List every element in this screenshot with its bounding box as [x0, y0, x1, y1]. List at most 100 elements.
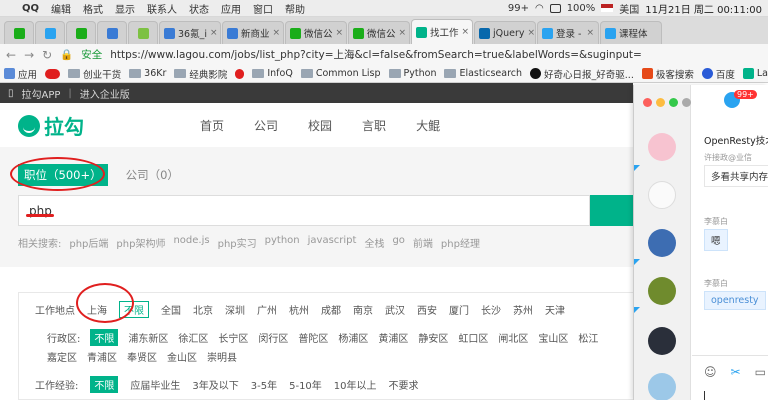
related-link[interactable]: go [392, 235, 404, 250]
bookmark-geek-search[interactable]: 极客搜索 [641, 67, 694, 81]
city-option[interactable]: 北京 [193, 302, 213, 317]
close-icon[interactable]: × [210, 28, 218, 38]
city-option[interactable]: 全国 [161, 302, 181, 317]
city-option[interactable]: 南京 [353, 302, 373, 317]
forward-icon[interactable]: → [24, 48, 34, 62]
related-link[interactable]: 全栈 [364, 235, 384, 250]
city-option[interactable]: 广州 [257, 302, 277, 317]
bookmark-baidu[interactable]: 百度 [701, 67, 735, 81]
district-option[interactable]: 松江 [578, 330, 598, 345]
tab-lagou-active[interactable]: 找工作 × [411, 19, 473, 44]
district-option[interactable]: 虹口区 [458, 330, 488, 345]
close-icon[interactable]: × [399, 28, 407, 38]
redacted-bookmark[interactable] [235, 68, 245, 79]
zoom-window-icon[interactable] [669, 98, 678, 107]
bookmark-common-lisp[interactable]: Common Lisp [300, 68, 381, 79]
tab-courses[interactable]: 课程体 [600, 21, 662, 44]
chat-input[interactable] [704, 391, 705, 400]
bookmark-apps[interactable]: 应用 [4, 67, 37, 81]
tab-wechat-1[interactable]: 微信公 × [285, 21, 347, 44]
contact-avatar[interactable] [648, 277, 676, 305]
menu-format[interactable]: 格式 [77, 1, 109, 16]
close-icon[interactable]: × [336, 28, 344, 38]
menu-edit[interactable]: 编辑 [45, 1, 77, 16]
minimize-window-icon[interactable] [656, 98, 665, 107]
qq-status-badge[interactable]: 99+ [508, 3, 529, 14]
experience-option[interactable]: 5-10年 [289, 377, 322, 392]
nav-dakun[interactable]: 大鲲 [416, 117, 440, 134]
close-icon[interactable]: × [528, 28, 535, 38]
related-link[interactable]: node.js [173, 235, 209, 250]
experience-any[interactable]: 不限 [90, 376, 119, 393]
district-option[interactable]: 金山区 [167, 349, 197, 364]
close-icon[interactable]: × [586, 28, 594, 38]
related-link[interactable]: php实习 [218, 235, 257, 250]
related-link[interactable]: php架构师 [116, 235, 165, 250]
district-option[interactable]: 闵行区 [258, 330, 288, 345]
contact-avatar[interactable] [648, 373, 676, 400]
district-option[interactable]: 青浦区 [87, 349, 117, 364]
bookmark-cinema[interactable]: 经典影院 [174, 67, 227, 81]
window-extra-icon[interactable] [682, 98, 691, 107]
clock[interactable]: 11月21日 周二 00:11:00 [645, 1, 762, 16]
district-option[interactable]: 浦东新区 [128, 330, 168, 345]
district-option[interactable]: 黄浦区 [378, 330, 408, 345]
tab-36kr[interactable]: 36氪_i × [159, 21, 221, 44]
tab-wechat-2[interactable]: 微信公 × [348, 21, 410, 44]
district-option[interactable]: 奉贤区 [127, 349, 157, 364]
screen-icon[interactable] [549, 3, 561, 13]
tab-new-business[interactable]: 新商业 × [222, 21, 284, 44]
experience-option[interactable]: 不要求 [389, 377, 419, 392]
search-button[interactable] [590, 195, 633, 226]
reload-icon[interactable]: ↻ [42, 48, 52, 62]
contact-avatar[interactable] [648, 229, 676, 257]
enterprise-link[interactable]: 进入企业版 [80, 86, 130, 101]
city-option[interactable]: 苏州 [513, 302, 533, 317]
district-option[interactable]: 普陀区 [298, 330, 328, 345]
bookmark-qdaily[interactable]: 好奇心日报_好奇驱... [530, 67, 634, 81]
back-icon[interactable]: ← [6, 48, 16, 62]
city-option[interactable]: 成都 [321, 302, 341, 317]
bookmark-infoq[interactable]: InfoQ [252, 68, 293, 79]
menu-window[interactable]: 窗口 [247, 1, 279, 16]
menu-app-name[interactable]: QQ [16, 3, 45, 14]
menu-apps[interactable]: 应用 [215, 1, 247, 16]
nav-home[interactable]: 首页 [200, 117, 224, 134]
bookmark-startup[interactable]: 创业干货 [68, 67, 121, 81]
lagou-logo[interactable]: 拉勾 [18, 111, 84, 140]
district-option[interactable]: 长宁区 [218, 330, 248, 345]
menu-status[interactable]: 状态 [183, 1, 215, 16]
district-option[interactable]: 嘉定区 [47, 349, 77, 364]
experience-option[interactable]: 应届毕业生 [130, 377, 180, 392]
district-option[interactable]: 杨浦区 [338, 330, 368, 345]
menu-help[interactable]: 帮助 [279, 1, 311, 16]
contact-avatar[interactable] [648, 181, 676, 209]
experience-option[interactable]: 3年及以下 [192, 377, 238, 392]
related-link[interactable]: php后端 [69, 235, 108, 250]
lagou-app-link[interactable]: 拉勾APP [22, 86, 61, 101]
tab-4[interactable] [97, 21, 127, 44]
city-option[interactable]: 武汉 [385, 302, 405, 317]
input-method[interactable]: 美国 [619, 1, 639, 16]
related-link[interactable]: javascript [308, 235, 357, 250]
tab-5[interactable] [128, 21, 158, 44]
district-option[interactable]: 徐汇区 [178, 330, 208, 345]
battery-percent[interactable]: 100% [567, 3, 596, 14]
folder-icon[interactable]: ▭ [755, 365, 766, 379]
menu-contacts[interactable]: 联系人 [141, 1, 183, 16]
wifi-icon[interactable]: ◠ [535, 3, 544, 14]
experience-option[interactable]: 10年以上 [334, 377, 377, 392]
close-window-icon[interactable] [643, 98, 652, 107]
district-option[interactable]: 静安区 [418, 330, 448, 345]
related-link[interactable]: 前端 [413, 235, 433, 250]
district-option[interactable]: 崇明县 [207, 349, 237, 364]
bookmark-la[interactable]: La [742, 68, 768, 79]
related-link[interactable]: python [265, 235, 300, 250]
close-icon[interactable]: × [462, 27, 470, 37]
city-option[interactable]: 西安 [417, 302, 437, 317]
city-option[interactable]: 天津 [545, 302, 565, 317]
url-input[interactable]: https://www.lagou.com/jobs/list_php?city… [110, 47, 642, 62]
city-option[interactable]: 杭州 [289, 302, 309, 317]
bookmark-36kr[interactable]: 36Kr [129, 68, 166, 79]
district-option[interactable]: 闸北区 [498, 330, 528, 345]
